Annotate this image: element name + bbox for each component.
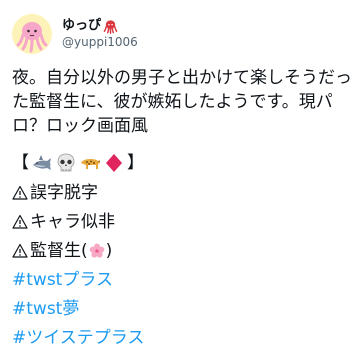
warning-line-3: 監督生( ) [12,236,352,265]
display-name-text[interactable]: ゆっぴ [62,18,101,34]
bracket-open: 【 [12,153,29,173]
warning-line-1: 誤字脱字 [12,178,352,207]
bracket-close: 】 [127,153,144,173]
warning-text: キャラ似非 [30,211,115,232]
shark-icon [31,152,53,174]
user-handle[interactable]: @yuppi1006 [62,34,138,50]
warning-line-2: キャラ似非 [12,207,352,236]
warning-text: 監督生( [30,240,88,261]
display-name[interactable]: ゆっぴ [62,18,138,34]
warning-text: 誤字脱字 [30,182,98,203]
red-diamond-icon [103,152,125,174]
octopus-avatar-icon [12,14,52,54]
warning-icon [12,185,28,201]
user-names: ゆっぴ @yuppi1006 [62,18,138,50]
warning-icon [12,243,28,259]
tweet-header: ゆっぴ @yuppi1006 [12,10,360,58]
warning-icon [12,214,28,230]
hashtag-twisted-plus[interactable]: #ツイステプラス [12,323,352,352]
octopus-icon [103,19,118,34]
emoji-row: 【 】 [12,148,352,178]
tweet-text: 夜。自分以外の男子と出かけて楽しそうだった監督生に、彼が嫉妬したようです。現パロ… [12,68,352,136]
leopard-icon [79,152,101,174]
cherry-blossom-icon [88,242,106,260]
hashtag-twst-yume[interactable]: #twst夢 [12,294,352,323]
warning-suffix: ) [105,240,113,261]
tweet-card: ゆっぴ @yuppi1006 夜。自分以外の男子と出かけて楽しそうだった監督生に… [0,0,360,360]
hashtag-twst-plus[interactable]: #twstプラス [12,265,352,294]
tweet-body: 夜。自分以外の男子と出かけて楽しそうだった監督生に、彼が嫉妬したようです。現パロ… [12,66,352,352]
avatar[interactable] [12,14,52,54]
skull-icon [55,152,77,174]
